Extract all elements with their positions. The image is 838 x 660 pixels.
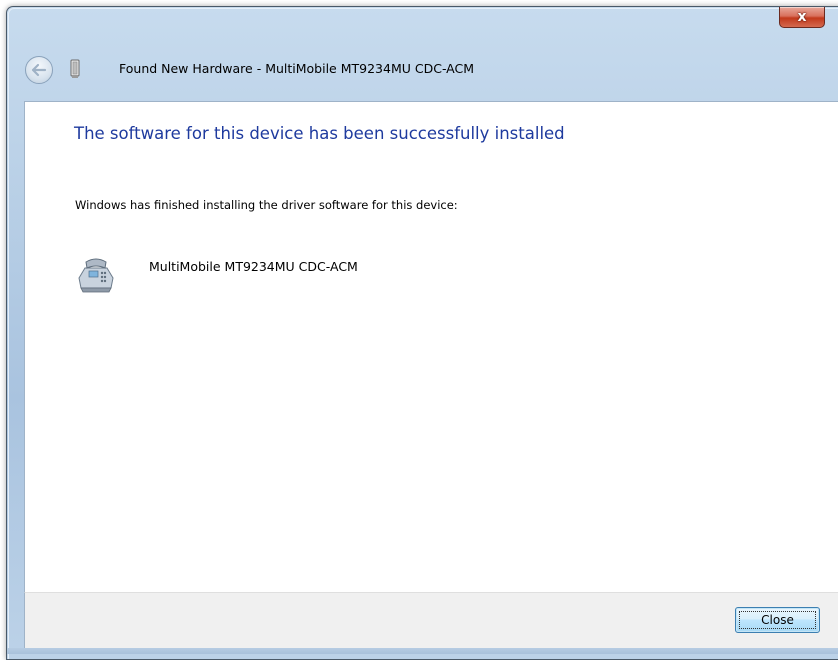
success-heading: The software for this device has been su… <box>74 124 565 143</box>
back-arrow-icon <box>31 63 47 77</box>
dialog-content: The software for this device has been su… <box>24 101 838 593</box>
window-close-button[interactable]: x <box>779 7 825 28</box>
desktop: x Found New Hardware - MultiMobile MT923… <box>0 0 838 660</box>
close-button-label: Close <box>761 613 794 627</box>
usb-device-icon <box>69 57 81 79</box>
install-message: Windows has finished installing the driv… <box>75 198 458 212</box>
dialog-header: Found New Hardware - MultiMobile MT9234M… <box>7 46 838 100</box>
modem-phone-icon <box>75 256 117 296</box>
close-button[interactable]: Close <box>735 607 820 633</box>
close-icon: x <box>797 9 807 25</box>
back-button[interactable] <box>25 56 53 84</box>
device-name: MultiMobile MT9234MU CDC-ACM <box>149 259 358 274</box>
window-title: Found New Hardware - MultiMobile MT9234M… <box>119 61 475 76</box>
window-bottom-border <box>7 648 838 654</box>
dialog-footer: Close <box>24 592 838 649</box>
